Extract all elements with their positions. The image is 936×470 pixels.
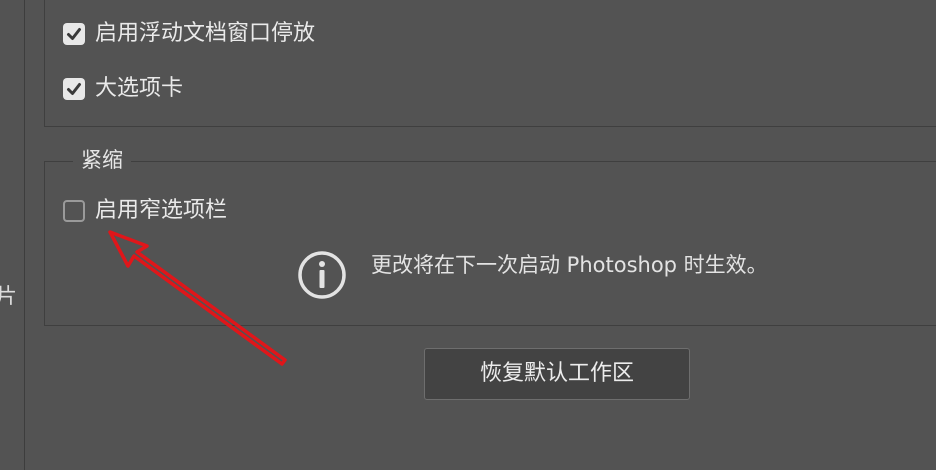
narrow-options-bar-checkbox[interactable] — [63, 200, 85, 222]
large-tabs-checkbox[interactable] — [63, 78, 85, 100]
restore-default-workspace-button[interactable]: 恢复默认工作区 — [424, 348, 690, 400]
left-rail: 片 — [0, 0, 25, 470]
floating-docking-checkbox[interactable] — [63, 23, 85, 45]
enable-floating-docking-option[interactable]: 启用浮动文档窗口停放 — [63, 19, 315, 49]
side-rail-label: 片 — [0, 284, 17, 308]
floating-docking-label: 启用浮动文档窗口停放 — [95, 21, 316, 46]
narrow-options-bar-option[interactable]: 启用窄选项栏 — [63, 196, 227, 226]
compact-group-panel — [44, 161, 936, 326]
checkmark-icon — [67, 83, 81, 95]
restart-notice-text: 更改将在下一次启动 Photoshop 时生效。 — [371, 253, 768, 277]
info-icon — [298, 251, 346, 299]
narrow-options-bar-label: 启用窄选项栏 — [95, 198, 228, 223]
compact-group-title: 紧缩 — [73, 146, 131, 174]
checkmark-icon — [67, 28, 81, 40]
large-tabs-label: 大选项卡 — [95, 76, 184, 101]
large-tabs-option[interactable]: 大选项卡 — [63, 74, 183, 104]
